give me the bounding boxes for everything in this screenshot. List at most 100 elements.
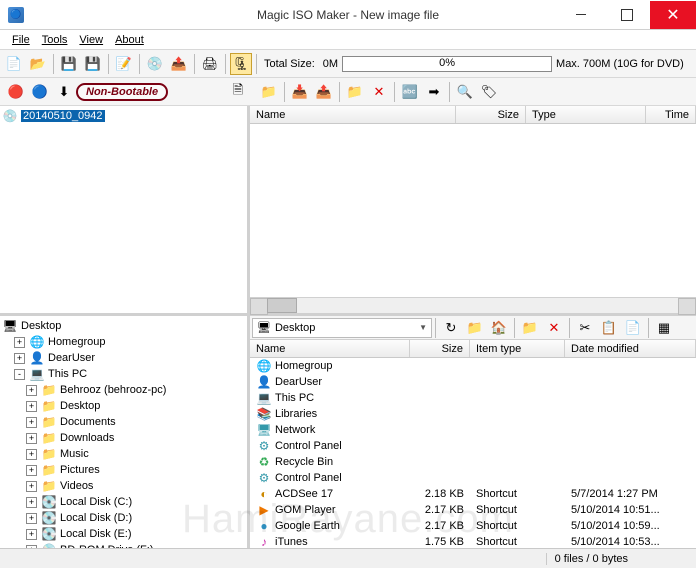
delete-icon[interactable]: ✕: [543, 317, 565, 339]
node-label: Pictures: [60, 464, 100, 476]
fs-tree-item[interactable]: +📁Music: [2, 446, 245, 462]
tree-toggle[interactable]: +: [26, 449, 37, 460]
fs-tree-item[interactable]: +👤DearUser: [2, 350, 245, 366]
extract-files-icon[interactable]: 📤: [313, 81, 335, 103]
col-name[interactable]: Name: [250, 340, 410, 357]
maximize-button[interactable]: [604, 1, 650, 29]
fs-tree-item[interactable]: -💻This PC: [2, 366, 245, 382]
fs-location-bar: 🖥 Desktop ▼ ↻ 📁 🏠 📁 ✕ ✂ 📋 📄 ▦: [250, 316, 696, 340]
tree-toggle[interactable]: -: [14, 369, 25, 380]
print-icon[interactable]: 🖨: [199, 53, 221, 75]
fs-tree-item[interactable]: +💽Local Disk (D:): [2, 510, 245, 526]
list-item[interactable]: 👤DearUser: [250, 374, 696, 390]
tree-toggle[interactable]: +: [26, 545, 37, 549]
cut-icon[interactable]: ✂: [574, 317, 596, 339]
menu-file[interactable]: File: [6, 32, 36, 48]
col-time[interactable]: Time: [646, 106, 696, 123]
list-item[interactable]: ▶GOM Player2.17 KBShortcut5/10/2014 10:5…: [250, 502, 696, 518]
fs-tree-item[interactable]: +🌐Homegroup: [2, 334, 245, 350]
minimize-button[interactable]: [558, 1, 604, 29]
disc-blue-icon[interactable]: 🔵: [29, 81, 51, 103]
list-item[interactable]: ◐ACDSee 172.18 KBShortcut5/7/2014 1:27 P…: [250, 486, 696, 502]
fs-tree-item[interactable]: +📁Documents: [2, 414, 245, 430]
home-icon[interactable]: 🏠: [488, 317, 510, 339]
paste-icon[interactable]: 📄: [622, 317, 644, 339]
node-icon: 📁: [41, 382, 57, 398]
node-label: DearUser: [48, 352, 95, 364]
close-button[interactable]: [650, 1, 696, 29]
copy-icon[interactable]: 📋: [598, 317, 620, 339]
save-as-icon[interactable]: 💾: [82, 53, 104, 75]
list-item[interactable]: 🖥Network: [250, 422, 696, 438]
fs-tree-item[interactable]: +📁Videos: [2, 478, 245, 494]
location-dropdown[interactable]: 🖥 Desktop ▼: [252, 318, 432, 338]
new-icon[interactable]: 📄: [3, 53, 25, 75]
add-files-icon[interactable]: 📥: [289, 81, 311, 103]
tree-toggle[interactable]: +: [26, 481, 37, 492]
image-tree-pane[interactable]: 💿 20140510_0942: [0, 106, 250, 313]
col-date[interactable]: Date modified: [565, 340, 696, 357]
bootable-badge[interactable]: Non-Bootable: [76, 83, 168, 101]
refresh-icon[interactable]: ↻: [440, 317, 462, 339]
menu-about[interactable]: About: [109, 32, 150, 48]
tree-toggle[interactable]: +: [26, 433, 37, 444]
tree-toggle[interactable]: +: [26, 529, 37, 540]
compress-icon[interactable]: 🗜: [230, 53, 252, 75]
open-icon[interactable]: 📂: [27, 53, 49, 75]
view-icon[interactable]: ➡: [423, 81, 445, 103]
tree-toggle[interactable]: +: [26, 385, 37, 396]
up-folder-icon[interactable]: 📁: [258, 81, 280, 103]
list-item[interactable]: 🌐Homegroup: [250, 358, 696, 374]
label-icon[interactable]: 🏷: [478, 81, 500, 103]
fs-tree-item[interactable]: +📁Pictures: [2, 462, 245, 478]
list-item[interactable]: 📚Libraries: [250, 406, 696, 422]
list-item[interactable]: ⚙Control Panel: [250, 470, 696, 486]
col-type[interactable]: Type: [526, 106, 646, 123]
fs-tree-item[interactable]: +📁Downloads: [2, 430, 245, 446]
horizontal-scrollbar[interactable]: [250, 297, 696, 313]
up-folder-icon[interactable]: 📁: [464, 317, 486, 339]
search-icon[interactable]: 🔍: [454, 81, 476, 103]
tree-toggle[interactable]: +: [26, 401, 37, 412]
tree-toggle[interactable]: +: [26, 513, 37, 524]
fs-tree-item[interactable]: +💿BD-ROM Drive (F:): [2, 542, 245, 548]
list-item[interactable]: ♻Recycle Bin: [250, 454, 696, 470]
fs-tree-pane[interactable]: 🖥 Desktop +🌐Homegroup+👤DearUser-💻This PC…: [0, 316, 250, 548]
disc-arrow-icon[interactable]: ⬇: [53, 81, 75, 103]
menu-tools[interactable]: Tools: [36, 32, 74, 48]
save-icon[interactable]: 💾: [58, 53, 80, 75]
list-item[interactable]: ⚙Control Panel: [250, 438, 696, 454]
extract-icon[interactable]: 📤: [168, 53, 190, 75]
image-tree-root[interactable]: 💿 20140510_0942: [2, 108, 245, 124]
col-type[interactable]: Item type: [470, 340, 565, 357]
delete-icon[interactable]: ✕: [368, 81, 390, 103]
list-item[interactable]: ♪iTunes1.75 KBShortcut5/10/2014 10:53...: [250, 534, 696, 548]
fs-tree-item[interactable]: +💽Local Disk (C:): [2, 494, 245, 510]
new-folder-icon[interactable]: 📁: [344, 81, 366, 103]
tree-toggle[interactable]: +: [26, 465, 37, 476]
properties-icon[interactable]: 📝: [113, 53, 135, 75]
menu-view[interactable]: View: [73, 32, 109, 48]
refresh-icon[interactable]: 🗎: [227, 81, 249, 103]
fs-list-body[interactable]: 🌐Homegroup👤DearUser💻This PC📚Libraries🖥Ne…: [250, 358, 696, 548]
burn-icon[interactable]: 💿: [144, 53, 166, 75]
tree-toggle[interactable]: +: [14, 337, 25, 348]
col-size[interactable]: Size: [410, 340, 470, 357]
rename-icon[interactable]: 🔤: [399, 81, 421, 103]
list-item[interactable]: 💻This PC: [250, 390, 696, 406]
col-size[interactable]: Size: [456, 106, 526, 123]
fs-tree-item[interactable]: +📁Desktop: [2, 398, 245, 414]
new-folder-icon[interactable]: 📁: [519, 317, 541, 339]
tree-toggle[interactable]: +: [26, 497, 37, 508]
col-name[interactable]: Name: [250, 106, 456, 123]
tree-toggle[interactable]: +: [26, 417, 37, 428]
list-item[interactable]: ●Google Earth2.17 KBShortcut5/10/2014 10…: [250, 518, 696, 534]
view-mode-icon[interactable]: ▦: [653, 317, 675, 339]
disc-red-icon[interactable]: 🔴: [5, 81, 27, 103]
image-list-body[interactable]: [250, 124, 696, 297]
node-label: BD-ROM Drive (F:): [60, 544, 154, 548]
tree-toggle[interactable]: +: [14, 353, 25, 364]
fs-tree-item[interactable]: +📁Behrooz (behrooz-pc): [2, 382, 245, 398]
fs-tree-item[interactable]: +💽Local Disk (E:): [2, 526, 245, 542]
fs-tree-root[interactable]: 🖥 Desktop: [2, 318, 245, 334]
